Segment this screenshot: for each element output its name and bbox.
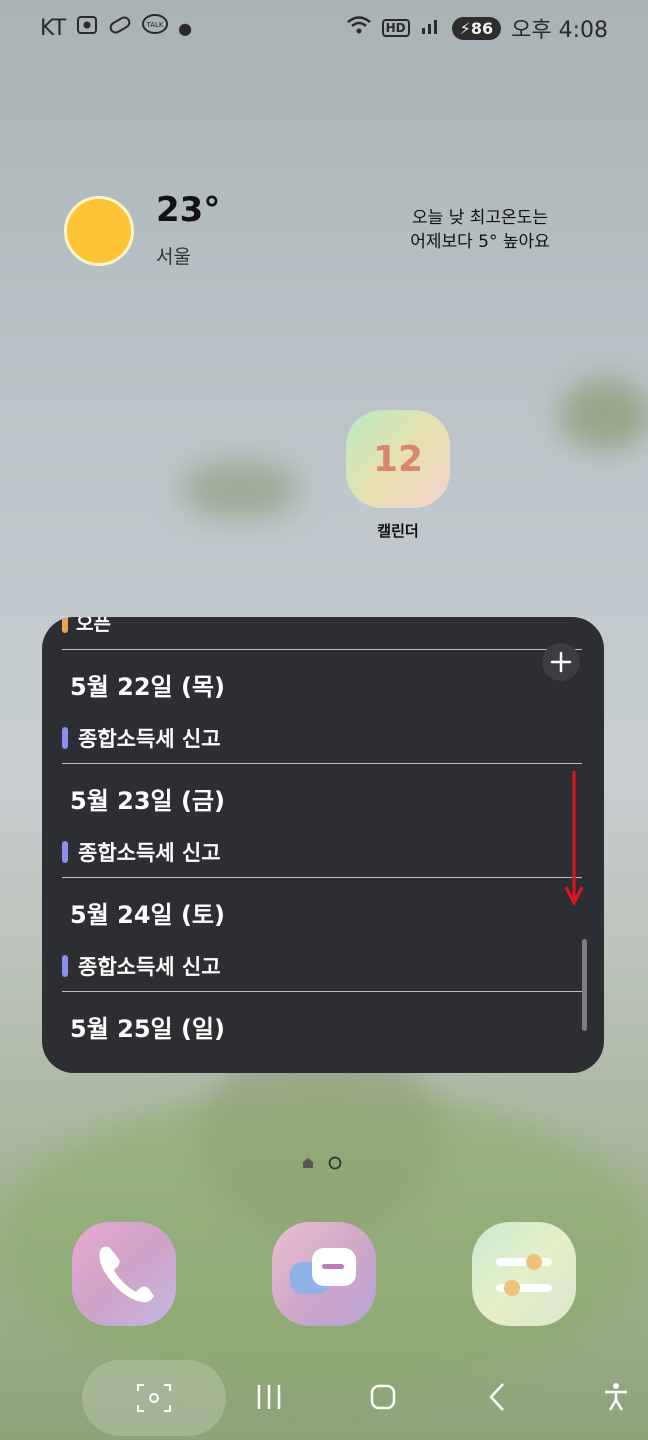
calendar-date-badge: 12 — [372, 438, 424, 480]
pill-icon — [108, 14, 132, 42]
calendar-event[interactable]: 오픈 — [62, 617, 111, 637]
recents-button[interactable] — [244, 1372, 294, 1422]
home-icon — [370, 1384, 396, 1410]
accessibility-button[interactable] — [592, 1372, 640, 1422]
messages-app[interactable] — [272, 1222, 376, 1326]
divider — [62, 763, 582, 764]
calendar-app[interactable]: 12 캘린더 — [344, 410, 452, 541]
calendar-widget[interactable]: 오픈 5월 22일 (목) 종합소득세 신고 5월 23일 (금) 종합소득세 … — [42, 617, 604, 1073]
weather-forecast: 오늘 낮 최고온도는 어제보다 5° 높아요 — [380, 206, 580, 254]
sun-icon — [64, 196, 134, 266]
calendar-event[interactable]: 종합소득세 신고 — [62, 723, 221, 753]
accessibility-icon — [605, 1383, 627, 1411]
event-title: 종합소득세 신고 — [78, 841, 221, 865]
battery-indicator: ⚡86 — [451, 16, 502, 40]
event-title: 오픈 — [76, 617, 111, 635]
plus-icon — [550, 651, 572, 673]
add-event-button[interactable] — [542, 643, 580, 681]
forecast-line: 오늘 낮 최고온도는 — [412, 208, 548, 228]
calendar-event[interactable]: 종합소득세 신고 — [62, 837, 221, 867]
event-color-bar — [62, 727, 68, 749]
event-color-bar — [62, 617, 68, 633]
recents-icon — [257, 1385, 281, 1409]
message-icon — [290, 1248, 356, 1294]
wallpaper-leaf-blob — [560, 380, 648, 450]
home-button[interactable] — [358, 1372, 408, 1422]
svg-text:TALK: TALK — [146, 21, 164, 29]
divider — [62, 649, 582, 650]
notification-dot-icon: ● — [178, 18, 193, 38]
calendar-app-label: 캘린더 — [377, 522, 419, 540]
event-title: 종합소득세 신고 — [78, 955, 221, 979]
event-title: 종합소득세 신고 — [78, 727, 221, 751]
phone-icon — [99, 1246, 154, 1303]
signal-icon — [420, 14, 442, 42]
wallpaper-leaf-blob — [180, 460, 300, 520]
settings-app[interactable] — [472, 1222, 576, 1326]
calendar-day-header[interactable]: 5월 23일 (금) — [70, 781, 225, 816]
weather-widget[interactable]: 23° 서울 오늘 낮 최고온도는 어제보다 5° 높아요 — [62, 190, 582, 280]
hd-voice-icon: HD — [381, 19, 410, 37]
wifi-icon — [346, 14, 372, 42]
calendar-day-header[interactable]: 5월 22일 (목) — [70, 667, 225, 702]
forecast-line: 어제보다 5° 높아요 — [410, 232, 550, 252]
page-indicator[interactable] — [302, 1156, 342, 1170]
weather-temperature: 23° — [156, 190, 221, 230]
kakaotalk-icon: TALK — [142, 14, 169, 42]
capture-icon — [137, 1384, 171, 1412]
calendar-event[interactable]: 종합소득세 신고 — [62, 951, 221, 981]
screenshot-icon — [76, 14, 98, 42]
back-button[interactable] — [472, 1372, 522, 1422]
divider — [62, 991, 582, 992]
page-dot-icon — [328, 1156, 342, 1170]
scroll-down-arrow-icon — [564, 771, 584, 905]
home-page-dot-icon — [303, 1158, 313, 1168]
calendar-icon: 12 — [346, 410, 450, 508]
calendar-day-header[interactable]: 5월 24일 (토) — [70, 895, 225, 930]
carrier-label: KT — [40, 15, 67, 41]
navigation-bar — [0, 1356, 648, 1440]
event-color-bar — [62, 841, 68, 863]
settings-icon — [496, 1254, 552, 1296]
screenshot-capture-button[interactable] — [82, 1360, 226, 1436]
battery-level: 86 — [470, 18, 494, 38]
widget-scrollbar[interactable] — [582, 939, 587, 1031]
calendar-day-header[interactable]: 5월 25일 (일) — [70, 1009, 225, 1044]
back-icon — [489, 1383, 504, 1411]
event-color-bar — [62, 955, 68, 977]
divider — [62, 877, 582, 878]
status-bar: KT TALK ● HD ⚡86 오후 4:08 — [0, 0, 648, 56]
weather-city: 서울 — [156, 246, 191, 268]
clock: 오후 4:08 — [511, 18, 608, 43]
phone-app[interactable] — [72, 1222, 176, 1326]
